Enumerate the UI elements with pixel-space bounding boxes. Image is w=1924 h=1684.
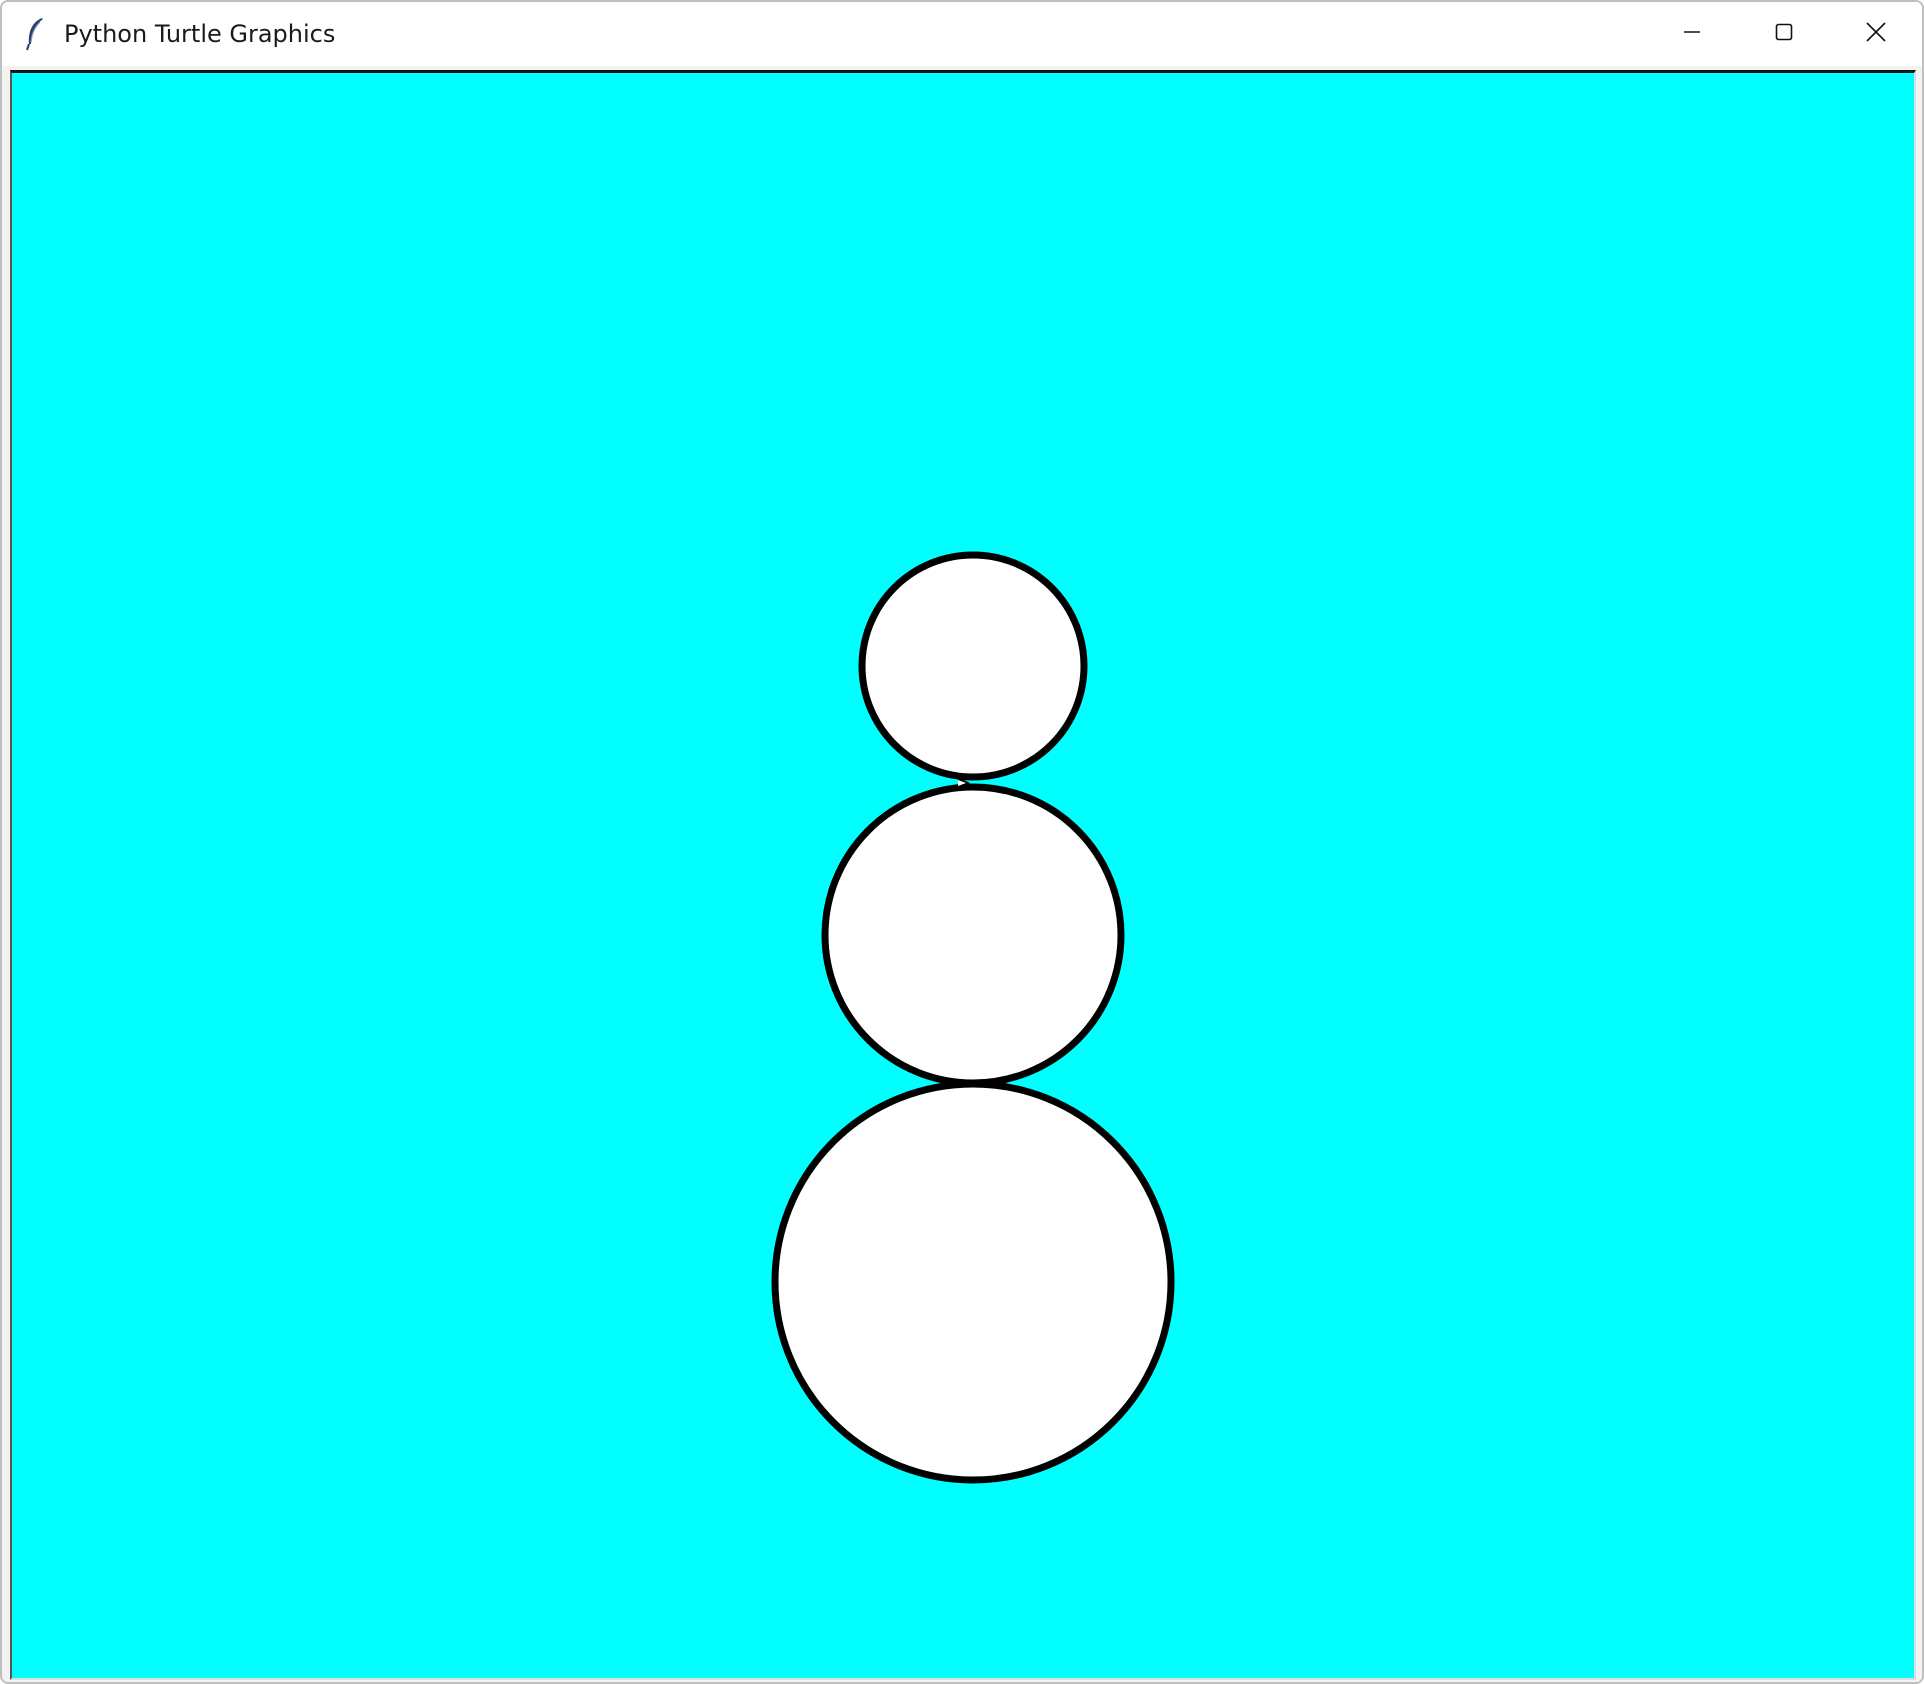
minimize-button[interactable] — [1646, 2, 1738, 66]
window-title: Python Turtle Graphics — [64, 20, 336, 48]
maximize-button[interactable] — [1738, 2, 1830, 66]
feather-icon — [22, 16, 50, 52]
drawing-surface — [771, 551, 1175, 1484]
maximize-icon — [1774, 22, 1794, 46]
turtle-window: Python Turtle Graphics — [0, 0, 1924, 1684]
head-circle — [858, 551, 1088, 781]
window-controls — [1646, 2, 1922, 66]
close-button[interactable] — [1830, 2, 1922, 66]
title-bar[interactable]: Python Turtle Graphics — [2, 2, 1922, 66]
minimize-icon — [1682, 22, 1702, 46]
turtle-canvas[interactable] — [10, 70, 1916, 1680]
middle-circle — [821, 783, 1125, 1087]
bottom-circle — [771, 1080, 1175, 1484]
close-icon — [1865, 21, 1887, 47]
